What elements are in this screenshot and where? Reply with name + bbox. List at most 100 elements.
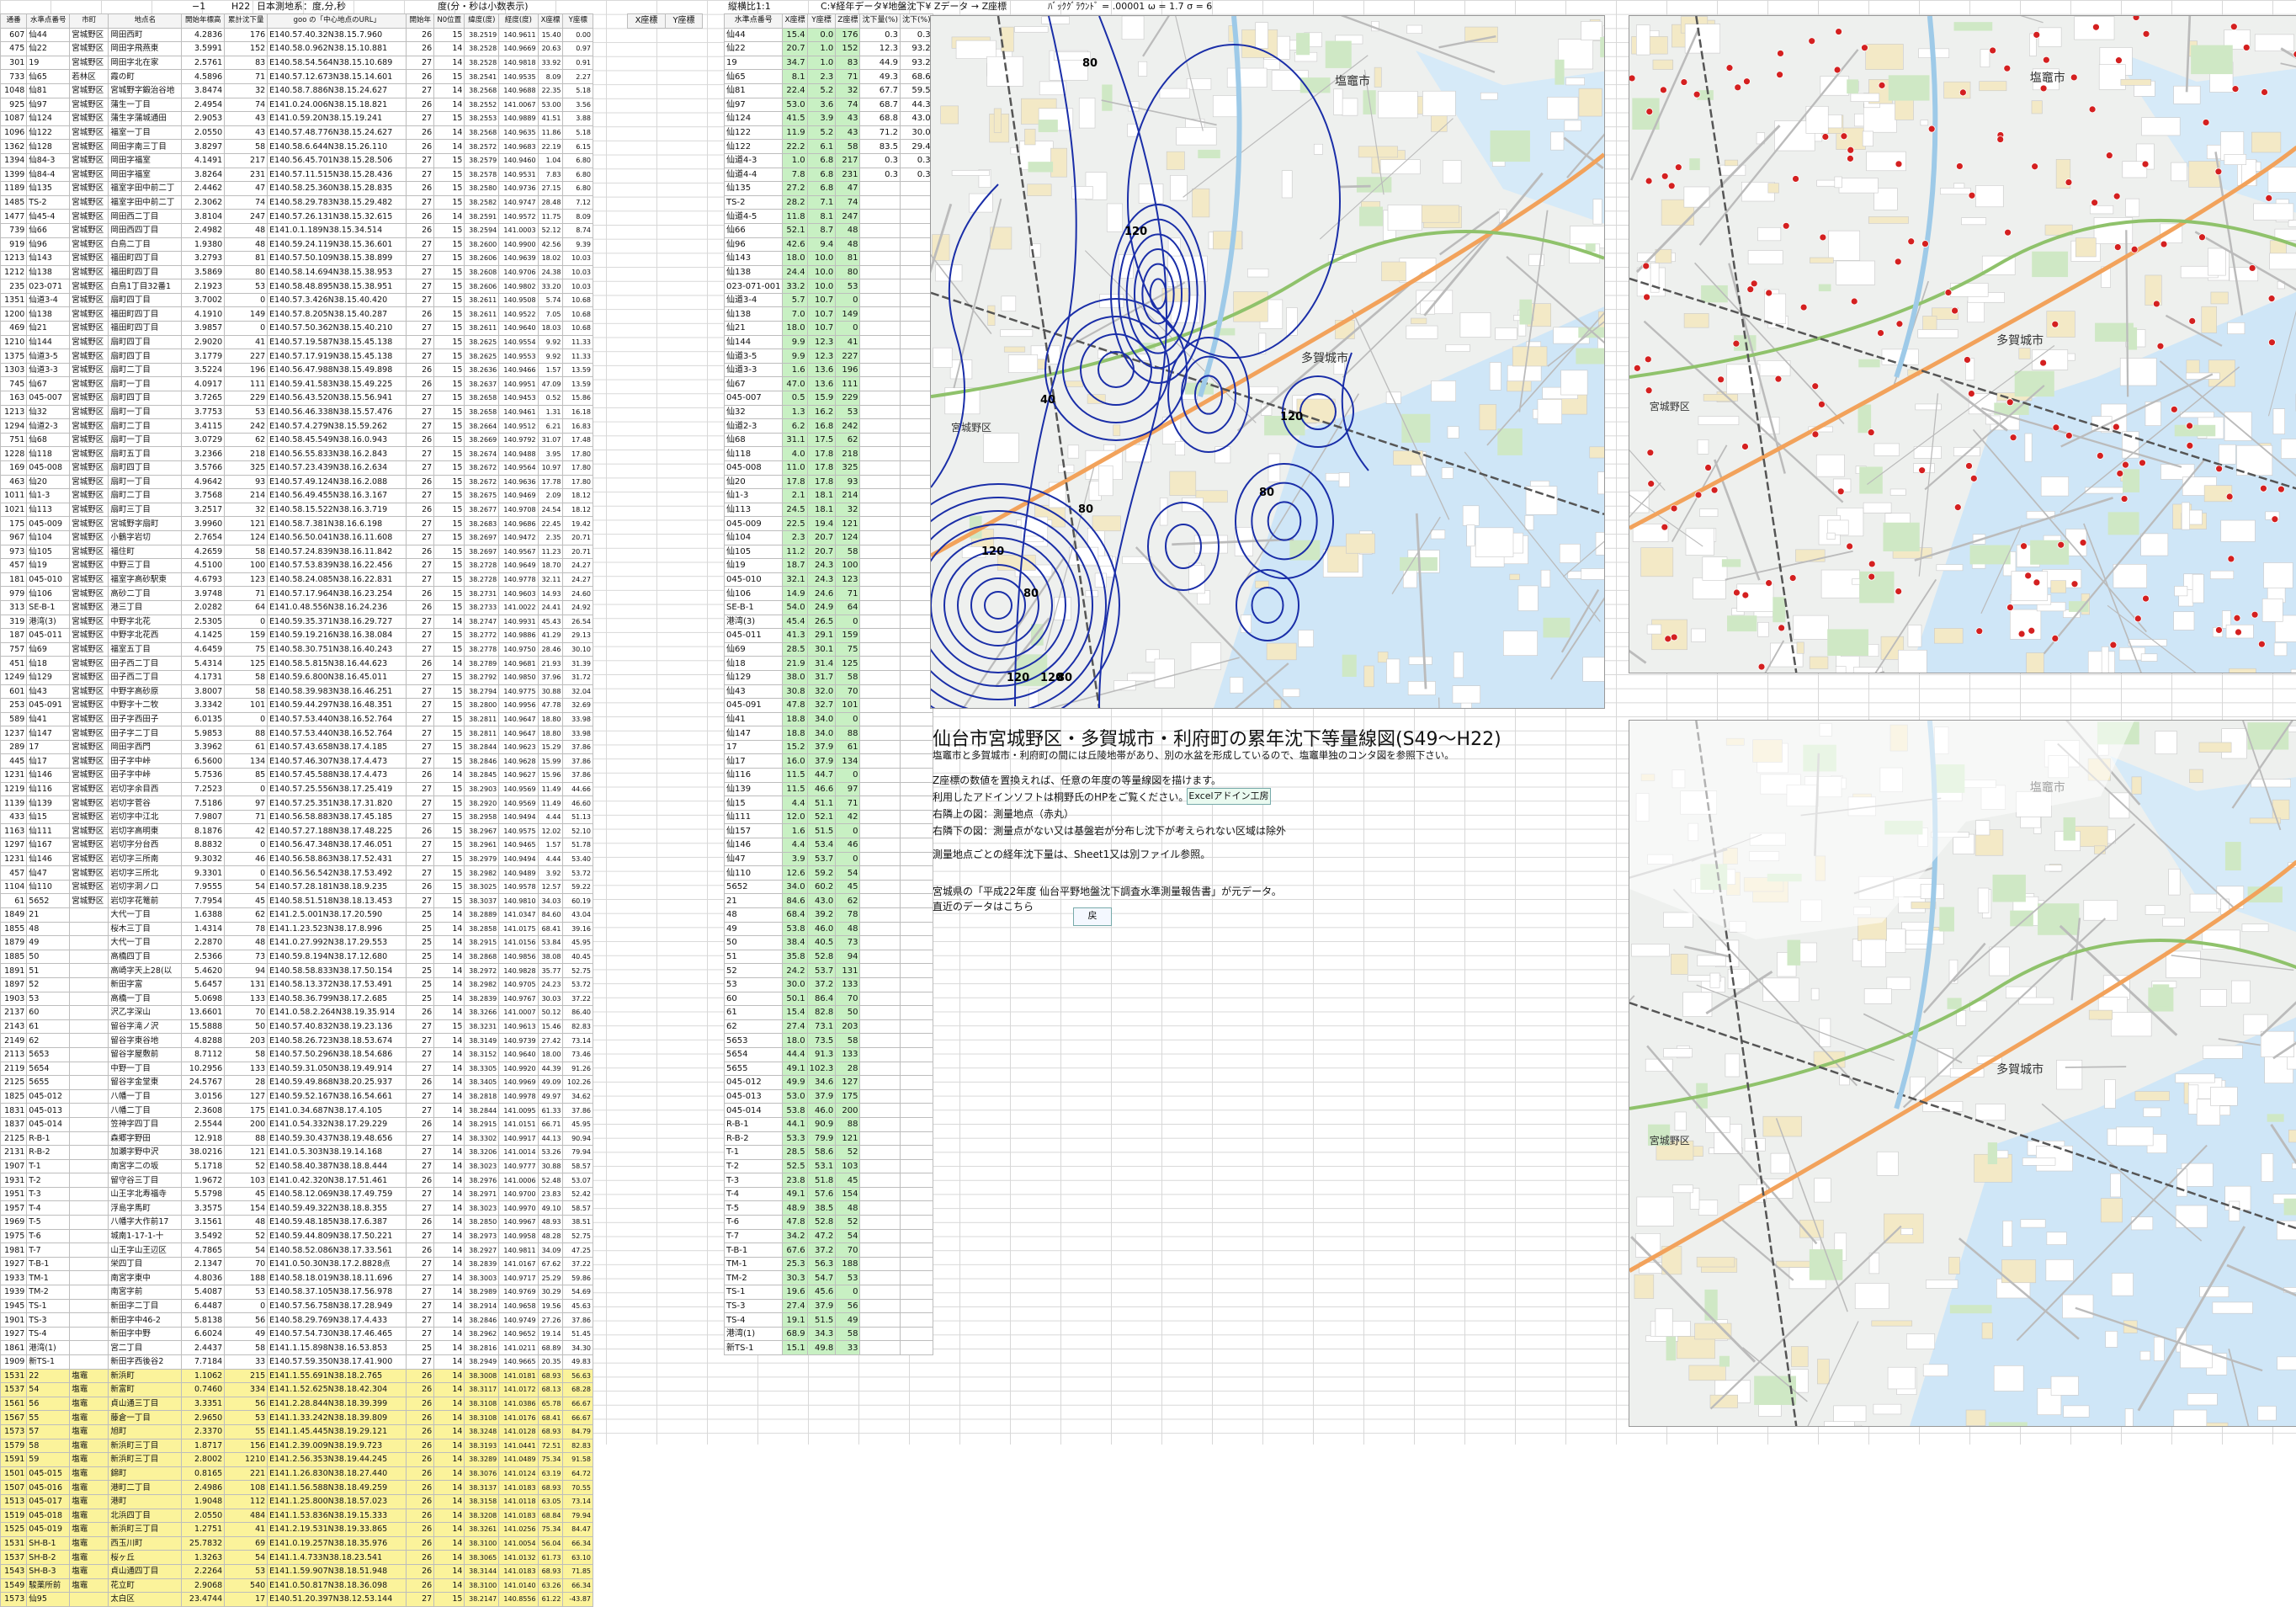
table-cell[interactable]: 貞山通三丁目 [109, 1397, 182, 1411]
table-cell[interactable]: 27 [407, 1257, 434, 1271]
table-cell[interactable]: 1.1062 [182, 1369, 225, 1383]
table-cell[interactable]: E140.57.27.188N38.17.48.225 [268, 824, 407, 838]
table-cell[interactable]: 140.9489 [499, 866, 538, 881]
table-cell[interactable]: 留守谷三丁目 [109, 1173, 182, 1188]
table-cell[interactable]: 229 [225, 391, 268, 406]
table-cell[interactable]: 仙143 [27, 252, 70, 266]
coord-cell[interactable]: 12.3 [807, 335, 836, 349]
table-cell[interactable]: 15 [434, 335, 465, 349]
table-cell[interactable] [70, 936, 109, 950]
table-cell[interactable]: 38.2674 [465, 447, 499, 461]
table-cell[interactable]: 2.0282 [182, 600, 225, 615]
table-cell[interactable]: 15.86 [563, 391, 593, 406]
table-cell[interactable]: 3.2517 [182, 503, 225, 517]
table-cell[interactable]: 58 [225, 1341, 268, 1355]
table-cell[interactable]: E141.1.52.625N38.18.42.304 [268, 1383, 407, 1397]
coord-cell[interactable] [901, 615, 933, 629]
table-cell[interactable]: 27 [407, 796, 434, 811]
coord-cell[interactable]: 45 [836, 1173, 860, 1188]
table-cell[interactable]: 福室字高砂駅東 [109, 572, 182, 587]
table-cell[interactable]: 69 [225, 1536, 268, 1551]
table-cell[interactable]: 27 [407, 1089, 434, 1104]
table-cell[interactable]: 中野字十二牧 [109, 699, 182, 713]
coord-cell[interactable] [901, 824, 933, 838]
table-cell[interactable]: 13.59 [563, 363, 593, 377]
table-cell[interactable]: 134 [225, 754, 268, 769]
table-cell[interactable]: 133 [225, 1062, 268, 1076]
coord-cell[interactable]: 仙68 [725, 433, 783, 447]
table-cell[interactable] [70, 1131, 109, 1146]
table-cell[interactable]: 140.9688 [499, 83, 538, 98]
coord-cell[interactable]: 37.9 [807, 1089, 836, 1104]
table-cell[interactable]: E141.2.5.001N38.17.20.590 [268, 908, 407, 923]
table-cell[interactable]: 桜木三丁目 [109, 922, 182, 936]
table-cell[interactable]: 八幡一丁目 [109, 1089, 182, 1104]
table-cell[interactable]: 14 [434, 1453, 465, 1467]
coord-cell[interactable]: 61 [725, 1006, 783, 1020]
table-cell[interactable]: 68.84 [538, 1509, 563, 1523]
table-cell[interactable]: 14 [434, 1481, 465, 1495]
coord-cell[interactable] [860, 433, 901, 447]
table-cell[interactable]: 15 [434, 391, 465, 406]
table-cell[interactable]: 26 [407, 1578, 434, 1593]
coord-cell[interactable]: 59.2 [807, 866, 836, 881]
table-cell[interactable]: 錦町 [109, 1466, 182, 1481]
coord-cell[interactable]: 62 [836, 894, 860, 908]
coord-cell[interactable] [860, 252, 901, 266]
coord-cell[interactable] [860, 810, 901, 824]
table-cell[interactable]: 38.0216 [182, 1146, 225, 1160]
table-cell[interactable]: 140.9613 [499, 1019, 538, 1034]
table-cell[interactable]: 141.0022 [499, 600, 538, 615]
coord-cell[interactable]: 0 [836, 293, 860, 307]
table-cell[interactable]: 15 [434, 28, 465, 42]
table-cell[interactable]: 73.14 [563, 1494, 593, 1509]
table-cell[interactable]: 53.07 [563, 1173, 593, 1188]
table-cell[interactable]: 中野字北花 [109, 615, 182, 629]
table-cell[interactable]: 30.88 [538, 1159, 563, 1173]
table-cell[interactable]: 栄四丁目 [109, 1257, 182, 1271]
table-cell[interactable]: SH-B-3 [27, 1564, 70, 1578]
coord-cell[interactable]: 133 [836, 977, 860, 992]
table-cell[interactable]: 53.72 [563, 866, 593, 881]
table-cell[interactable]: 0 [225, 838, 268, 853]
coord-cell[interactable] [860, 461, 901, 476]
table-cell[interactable]: 25 [407, 977, 434, 992]
table-cell[interactable]: 14 [434, 42, 465, 56]
table-cell[interactable]: E140.57.11.515N38.15.28.436 [268, 168, 407, 182]
table-cell[interactable]: 140.9569 [499, 796, 538, 811]
coord-cell[interactable]: TS-1 [725, 1285, 783, 1300]
coord-cell[interactable] [860, 950, 901, 964]
table-cell[interactable]: 1831 [1, 1104, 27, 1118]
table-cell[interactable]: E140.57.26.131N38.15.32.615 [268, 210, 407, 224]
table-cell[interactable]: 新浜町三丁目 [109, 1523, 182, 1537]
coord-cell[interactable]: 10.7 [807, 293, 836, 307]
table-cell[interactable]: 15 [434, 684, 465, 699]
table-cell[interactable]: 54 [225, 1243, 268, 1258]
table-cell[interactable]: 26 [407, 1383, 434, 1397]
table-cell[interactable]: 24.41 [538, 600, 563, 615]
coord-cell[interactable] [860, 600, 901, 615]
table-cell[interactable]: 44.39 [538, 1062, 563, 1076]
coord-cell[interactable]: 0.3 [901, 28, 933, 42]
table-cell[interactable]: 仙129 [27, 670, 70, 684]
table-cell[interactable]: 445 [1, 754, 27, 769]
table-cell[interactable]: E140.59.31.050N38.19.49.914 [268, 1062, 407, 1076]
table-cell[interactable]: 26 [407, 1551, 434, 1565]
table-cell[interactable]: 15 [434, 223, 465, 237]
table-cell[interactable]: 63.05 [538, 1494, 563, 1509]
table-cell[interactable]: 159 [225, 629, 268, 643]
table-cell[interactable]: 1139 [1, 796, 27, 811]
table-cell[interactable]: 141.0006 [499, 1173, 538, 1188]
coord-cell[interactable]: 045-009 [725, 517, 783, 531]
table-cell[interactable]: 14 [434, 769, 465, 783]
table-cell[interactable]: T-5 [27, 1216, 70, 1230]
table-cell[interactable]: 48.93 [538, 1216, 563, 1230]
coord-cell[interactable] [901, 1047, 933, 1062]
table-cell[interactable]: 6.15 [563, 140, 593, 154]
table-cell[interactable]: 15 [434, 824, 465, 838]
table-cell[interactable]: 岩切字菅谷 [109, 796, 182, 811]
table-cell[interactable]: 78 [225, 922, 268, 936]
table-cell[interactable]: 大代一丁目 [109, 936, 182, 950]
table-cell[interactable]: 50 [27, 950, 70, 964]
table-cell[interactable]: 塩竈 [70, 1494, 109, 1509]
